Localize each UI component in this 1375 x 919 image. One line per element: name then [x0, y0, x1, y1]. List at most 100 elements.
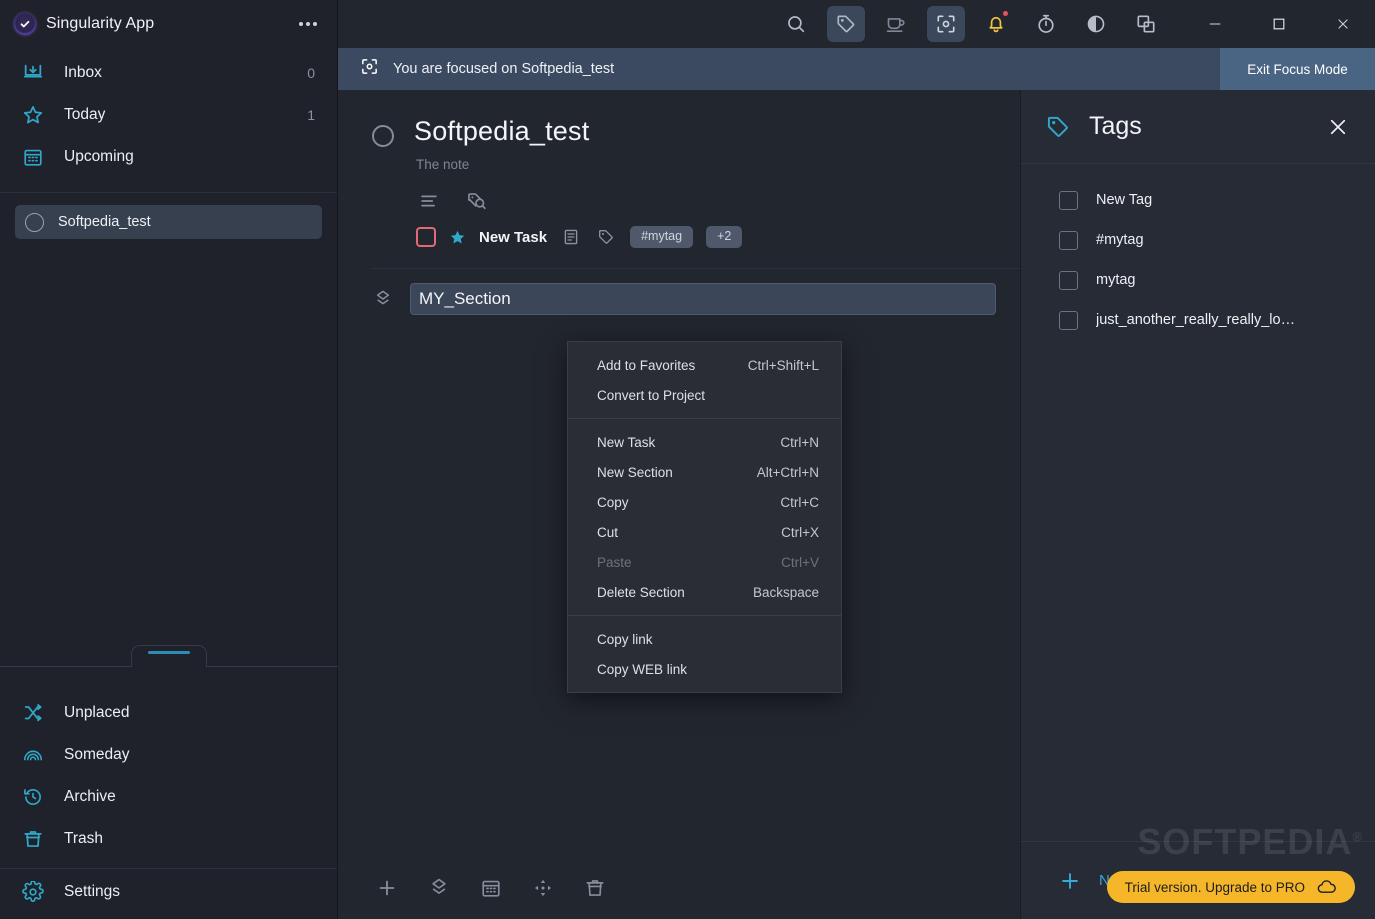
page-title: Softpedia_test: [414, 116, 590, 146]
add-icon[interactable]: [374, 875, 400, 901]
sidebar-divider-2: [0, 868, 337, 869]
section-name-input[interactable]: [410, 283, 996, 315]
coffee-cup-icon[interactable]: [877, 6, 915, 42]
context-menu-item-add-to-favorites[interactable]: Add to Favorites Ctrl+Shift+L: [568, 350, 841, 380]
sidebar-item-unplaced[interactable]: Unplaced: [0, 692, 337, 734]
app-window: Singularity App Inbox 0 Today 1 Upcoming…: [0, 0, 1375, 919]
search-icon[interactable]: [777, 6, 815, 42]
context-menu-item-new-section[interactable]: New Section Alt+Ctrl+N: [568, 457, 841, 487]
project-note-placeholder[interactable]: The note: [414, 147, 1020, 172]
tag-checkbox[interactable]: [1059, 230, 1078, 250]
task-title: New Task: [479, 228, 548, 246]
context-menu-item-copy[interactable]: Copy Ctrl+C: [568, 487, 841, 517]
context-menu-item-copy-web-link[interactable]: Copy WEB link: [568, 654, 841, 684]
windows-icon[interactable]: [1127, 6, 1165, 42]
content-bottom-toolbar: [338, 857, 1020, 919]
sidebar-item-label: Upcoming: [64, 148, 134, 165]
main-region: You are focused on Softpedia_test Exit F…: [338, 0, 1375, 919]
task-more-tags-chip[interactable]: +2: [706, 226, 743, 248]
task-row[interactable]: New Task #mytag +2: [414, 214, 1020, 248]
tag-search-icon[interactable]: [464, 188, 490, 214]
context-menu-separator: [568, 615, 841, 616]
cloud-icon: [1317, 879, 1337, 895]
maximize-button[interactable]: [1247, 0, 1311, 48]
history-icon: [20, 784, 46, 810]
timer-icon[interactable]: [1027, 6, 1065, 42]
gear-icon: [20, 879, 46, 905]
body-split: Softpedia_test The note New Task #mytag …: [338, 90, 1375, 919]
trash-icon[interactable]: [582, 875, 608, 901]
project-header: Softpedia_test The note New Task #mytag …: [338, 90, 1020, 248]
context-menu-shortcut: Alt+Ctrl+N: [756, 464, 819, 480]
context-menu-item-convert-to-project[interactable]: Convert to Project: [568, 380, 841, 410]
project-tools: [414, 172, 1020, 214]
context-menu-label: Add to Favorites: [597, 357, 696, 373]
context-menu-item-new-task[interactable]: New Task Ctrl+N: [568, 427, 841, 457]
sidebar-item-label: Trash: [64, 830, 104, 847]
section-layers-icon[interactable]: [426, 875, 452, 901]
theme-contrast-icon[interactable]: [1077, 6, 1115, 42]
tags-panel: Tags New Tag #mytag mytag just_another_r…: [1020, 90, 1375, 919]
tag-checkbox[interactable]: [1059, 190, 1078, 210]
close-button[interactable]: [1311, 0, 1375, 48]
star-icon[interactable]: [449, 229, 466, 246]
project-complete-circle-icon[interactable]: [372, 125, 394, 147]
tag-list-item[interactable]: #mytag: [1021, 220, 1375, 260]
minimize-button[interactable]: [1183, 0, 1247, 48]
toolbar-icon-group: [777, 6, 1183, 42]
context-menu-label: New Section: [597, 464, 673, 480]
rainbow-icon: [20, 742, 46, 768]
context-menu-shortcut: Backspace: [752, 584, 819, 600]
calendar-icon[interactable]: [478, 875, 504, 901]
exit-focus-mode-button[interactable]: Exit Focus Mode: [1220, 48, 1375, 90]
sidebar-item-softpedia-test[interactable]: Softpedia_test: [15, 205, 322, 239]
move-icon[interactable]: [530, 875, 556, 901]
tag-icon[interactable]: [827, 6, 865, 42]
context-menu-item-cut[interactable]: Cut Ctrl+X: [568, 517, 841, 547]
project-circle-icon: [25, 212, 44, 232]
more-options-icon[interactable]: [293, 11, 323, 37]
focus-mode-icon[interactable]: [927, 6, 965, 42]
tag-list-item[interactable]: New Tag: [1021, 180, 1375, 220]
sidebar-nav: Inbox 0 Today 1 Upcoming: [0, 48, 337, 186]
tags-panel-title: Tags: [1089, 112, 1142, 140]
sidebar-item-label: Inbox: [64, 64, 102, 81]
sidebar-item-today[interactable]: Today 1: [0, 94, 337, 136]
inbox-icon: [20, 60, 46, 86]
tag-icon[interactable]: [595, 226, 617, 248]
task-checkbox[interactable]: [416, 227, 436, 247]
context-menu-item-copy-link[interactable]: Copy link: [568, 624, 841, 654]
sidebar-item-archive[interactable]: Archive: [0, 776, 337, 818]
trial-label: Trial version. Upgrade to PRO: [1124, 879, 1305, 895]
sidebar-collapse-handle[interactable]: [131, 645, 207, 667]
list-view-icon[interactable]: [416, 188, 442, 214]
check-circle-icon: [14, 13, 36, 35]
section-row: [338, 269, 1020, 315]
sidebar-header: Singularity App: [0, 0, 337, 48]
sidebar-item-inbox[interactable]: Inbox 0: [0, 52, 337, 94]
context-menu-shortcut: Ctrl+C: [780, 494, 819, 510]
context-menu-item-delete-section[interactable]: Delete Section Backspace: [568, 577, 841, 607]
note-icon[interactable]: [560, 226, 582, 248]
sidebar-item-upcoming[interactable]: Upcoming: [0, 136, 337, 178]
tags-list: New Tag #mytag mytag just_another_really…: [1021, 164, 1375, 841]
tag-checkbox[interactable]: [1059, 310, 1078, 330]
task-tag-chip[interactable]: #mytag: [630, 226, 694, 248]
trial-upgrade-button[interactable]: Trial version. Upgrade to PRO: [1106, 871, 1355, 903]
sidebar-projects: Softpedia_test: [0, 193, 337, 678]
sidebar-item-label: Settings: [64, 883, 121, 900]
sidebar-item-someday[interactable]: Someday: [0, 734, 337, 776]
tag-list-item[interactable]: mytag: [1021, 260, 1375, 300]
context-menu-label: New Task: [597, 434, 656, 450]
context-menu-label: Cut: [597, 524, 619, 540]
section-layers-icon[interactable]: [372, 288, 394, 310]
sidebar-item-settings[interactable]: Settings: [0, 877, 337, 919]
sidebar-bottom-nav: Unplaced Someday Archive Trash Settings: [0, 678, 337, 919]
close-icon[interactable]: [1323, 112, 1353, 142]
tag-checkbox[interactable]: [1059, 270, 1078, 290]
bell-icon[interactable]: [977, 6, 1015, 42]
context-menu-label: Paste: [597, 554, 632, 570]
context-menu-separator: [568, 418, 841, 419]
sidebar-item-trash[interactable]: Trash: [0, 818, 337, 860]
tag-list-item[interactable]: just_another_really_really_lo…: [1021, 300, 1375, 340]
